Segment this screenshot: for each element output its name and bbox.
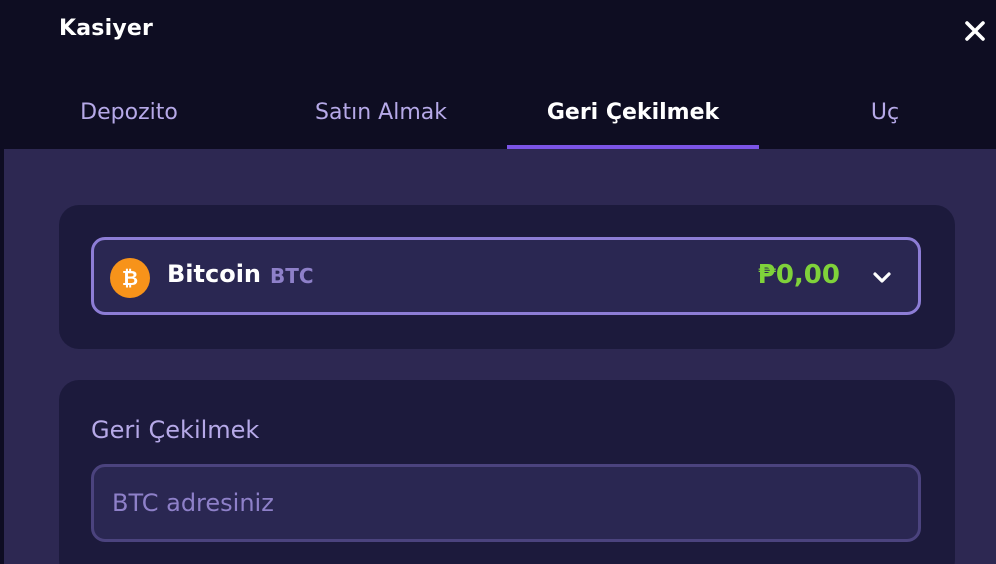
withdraw-label: Geri Çekilmek — [91, 416, 260, 444]
close-icon — [965, 21, 985, 41]
btc-address-input[interactable] — [91, 464, 921, 542]
tab-deposit[interactable]: Depozito — [3, 74, 255, 150]
tab-content: ₿ Bitcoin BTC ₱0,00 Geri Çekilmek — [4, 149, 996, 564]
tab-withdraw[interactable]: Geri Çekilmek — [507, 74, 759, 150]
tab-buy[interactable]: Satın Almak — [255, 74, 507, 150]
currency-name: Bitcoin — [167, 260, 262, 288]
tab-bar: Depozito Satın Almak Geri Çekilmek Uç — [0, 74, 996, 150]
chevron-down-icon — [873, 272, 891, 283]
svg-text:₿: ₿ — [122, 266, 138, 290]
tab-tip[interactable]: Uç — [759, 74, 996, 150]
close-button[interactable] — [960, 16, 990, 46]
modal-title: Kasiyer — [59, 16, 154, 41]
currency-card: ₿ Bitcoin BTC ₱0,00 — [59, 205, 955, 349]
currency-dropdown[interactable]: ₿ Bitcoin BTC ₱0,00 — [91, 237, 921, 315]
cashier-modal: Kasiyer Depozito Satın Almak Geri Çekilm… — [0, 0, 996, 564]
modal-header: Kasiyer — [0, 0, 996, 60]
currency-symbol: BTC — [270, 264, 314, 288]
withdraw-card: Geri Çekilmek — [59, 380, 955, 564]
currency-balance: ₱0,00 — [757, 260, 840, 290]
bitcoin-icon: ₿ — [110, 258, 150, 298]
